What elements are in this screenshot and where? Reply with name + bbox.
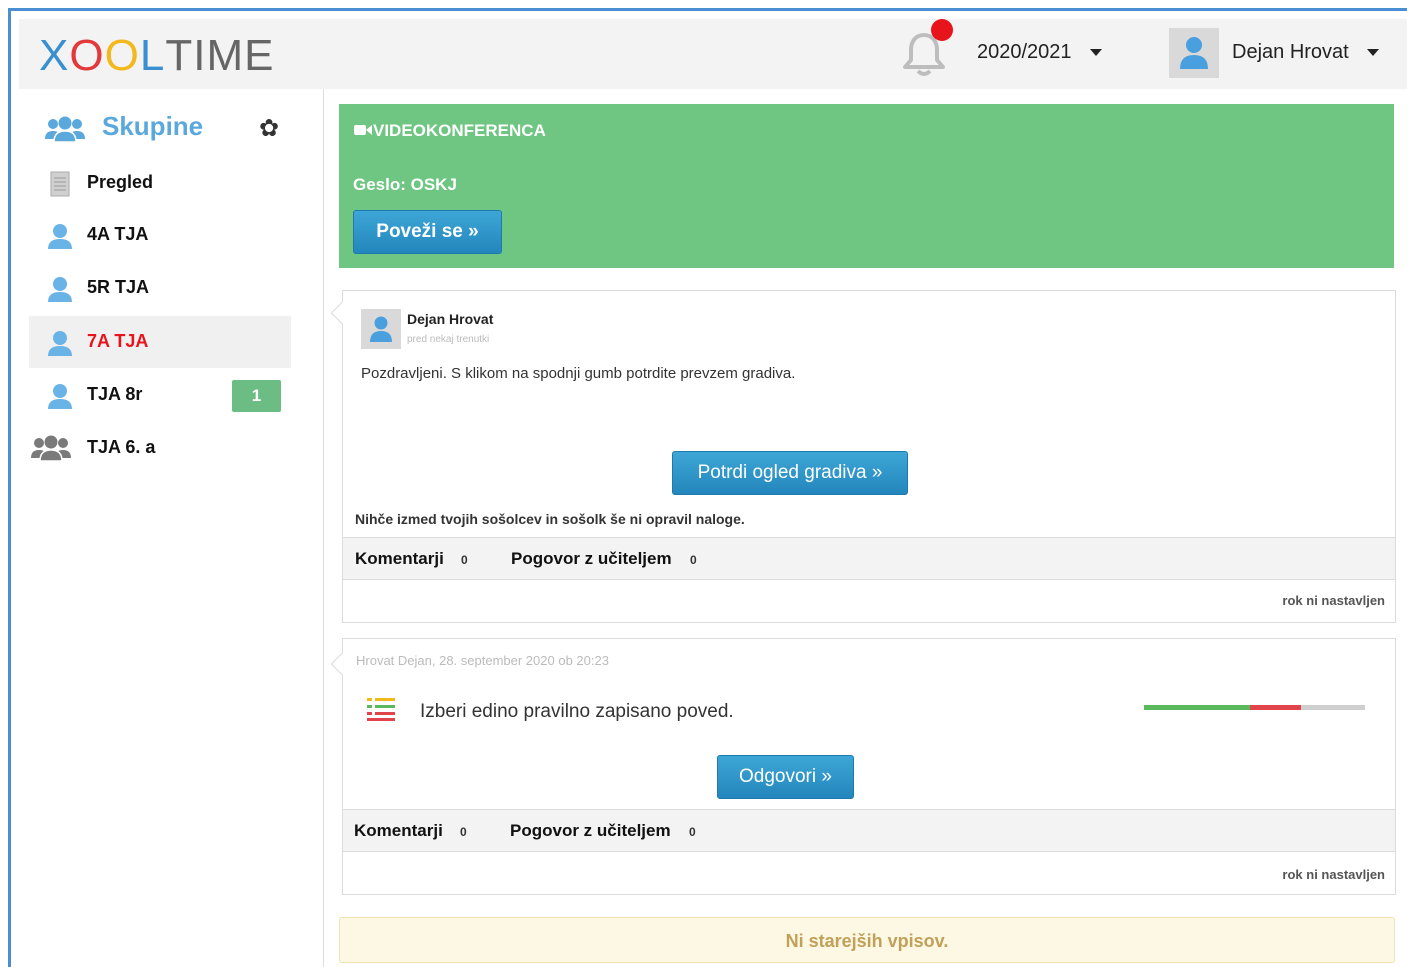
wrong-fill — [1250, 705, 1301, 710]
meeting-password: Geslo: OSKJ — [353, 175, 457, 194]
xooltime-logo[interactable]: XOOLTIME — [39, 31, 274, 81]
quiz-question: Izberi edino pravilno zapisano poved. — [420, 701, 734, 722]
videoconference-title: VIDEOKONFERENCA — [353, 121, 546, 141]
teacher-chat-count: 0 — [690, 553, 697, 567]
user-menu[interactable]: Dejan Hrovat — [1232, 41, 1379, 64]
comments-tab[interactable]: Komentarji — [354, 821, 443, 841]
logo-letter: I — [193, 31, 207, 80]
school-year-label: 2020/2021 — [977, 41, 1072, 63]
videoconference-title-text: VIDEOKONFERENCA — [373, 121, 546, 140]
sidebar: Skupine ✿ Pregled 4A TJA 5R TJA 7A TJA T… — [19, 89, 324, 967]
logo-letter: L — [139, 31, 166, 80]
teacher-chat-count: 0 — [689, 825, 696, 839]
deadline-label: rok ni nastavljen — [1282, 867, 1385, 882]
sidebar-item-4a-tja[interactable]: 4A TJA — [29, 209, 291, 261]
confirm-material-button[interactable]: Potrdi ogled gradiva » — [672, 451, 908, 495]
groups-icon — [45, 116, 85, 143]
no-older-entries: Ni starejših vpisov. — [339, 917, 1395, 963]
comments-count: 0 — [461, 553, 468, 567]
user-avatar-icon — [1180, 37, 1208, 69]
sidebar-item-5r-tja[interactable]: 5R TJA — [29, 262, 291, 314]
sidebar-item-tja-8r[interactable]: TJA 8r 1 — [29, 369, 291, 421]
sidebar-item-label: 4A TJA — [87, 224, 149, 244]
user-avatar-icon — [370, 316, 392, 342]
avatar[interactable] — [1169, 28, 1219, 78]
chevron-down-icon — [1089, 49, 1102, 57]
sidebar-item-7a-tja[interactable]: 7A TJA — [29, 316, 291, 368]
user-icon — [48, 331, 72, 356]
list-icon — [367, 698, 395, 721]
logo-letter: T — [165, 31, 194, 80]
user-icon — [48, 277, 72, 302]
quiz-card: Hrovat Dejan, 28. september 2020 ob 20:2… — [330, 638, 1396, 895]
correct-fill — [1144, 705, 1251, 710]
sidebar-item-tja-6a[interactable]: TJA 6. a — [29, 422, 291, 474]
post-time: pred nekaj trenutki — [407, 334, 490, 345]
sidebar-item-label: TJA 6. a — [87, 437, 156, 457]
post-actions: Komentarji 0 Pogovor z učiteljem 0 — [343, 537, 1395, 580]
unread-badge: 1 — [232, 380, 281, 412]
logo-letter: O — [104, 31, 140, 80]
group-icon — [31, 435, 71, 462]
answer-progress-bar — [1144, 705, 1365, 710]
logo-letter: E — [244, 31, 275, 80]
teacher-chat-tab[interactable]: Pogovor z učiteljem — [510, 821, 671, 841]
sidebar-item-label: 5R TJA — [87, 277, 150, 297]
sidebar-item-label: TJA 8r — [87, 384, 143, 404]
gear-icon[interactable]: ✿ — [259, 114, 279, 143]
top-bar: XOOLTIME 2020/2021 Dejan Hrovat — [19, 19, 1407, 89]
document-icon — [50, 171, 70, 197]
sidebar-item-label: Pregled — [87, 172, 154, 192]
logo-letter: O — [69, 31, 105, 80]
sidebar-item-pregled[interactable]: Pregled — [29, 157, 291, 209]
user-name: Dejan Hrovat — [1232, 41, 1349, 63]
chevron-down-icon — [1366, 49, 1379, 57]
videoconference-panel: VIDEOKONFERENCA Geslo: OSKJ Poveži se » — [339, 104, 1394, 268]
user-icon — [48, 224, 72, 249]
sidebar-item-label: 7A TJA — [87, 331, 149, 351]
avatar[interactable] — [361, 309, 401, 349]
notification-dot — [931, 19, 953, 41]
sidebar-title: Skupine — [102, 111, 204, 141]
comments-tab[interactable]: Komentarji — [355, 549, 444, 569]
video-camera-icon — [354, 125, 372, 135]
post-meta: Hrovat Dejan, 28. september 2020 ob 20:2… — [356, 653, 609, 668]
answer-button[interactable]: Odgovori » — [717, 755, 854, 799]
teacher-chat-tab[interactable]: Pogovor z učiteljem — [511, 549, 672, 569]
post-actions: Komentarji 0 Pogovor z učiteljem 0 — [343, 809, 1395, 852]
comments-count: 0 — [460, 825, 467, 839]
post-card: Dejan Hrovat pred nekaj trenutki Pozdrav… — [330, 290, 1396, 623]
deadline-label: rok ni nastavljen — [1282, 593, 1385, 608]
logo-letter: M — [206, 31, 245, 80]
school-year-dropdown[interactable]: 2020/2021 — [977, 41, 1102, 64]
post-author[interactable]: Dejan Hrovat — [407, 311, 493, 327]
user-icon — [48, 384, 72, 409]
connect-button[interactable]: Poveži se » — [353, 210, 502, 254]
completion-note: Nihče izmed tvojih sošolcev in sošolk še… — [355, 511, 745, 527]
logo-letter: X — [39, 31, 70, 80]
post-message: Pozdravljeni. S klikom na spodnji gumb p… — [361, 365, 796, 382]
